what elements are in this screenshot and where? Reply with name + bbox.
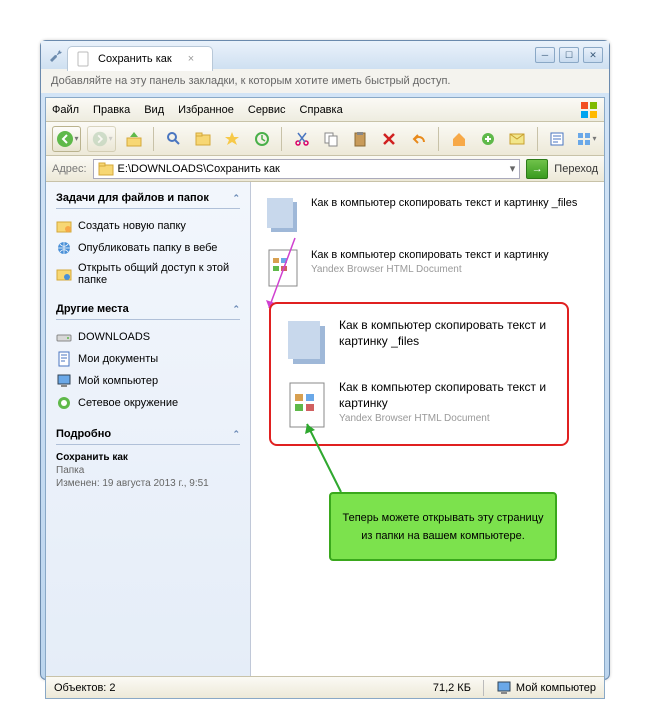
other-places-header[interactable]: Другие места⌃	[56, 303, 240, 320]
chevron-up-icon: ⌃	[232, 193, 240, 204]
maximize-button[interactable]: ☐	[559, 47, 579, 63]
titlebar: Сохранить как × ─ ☐ ✕	[41, 41, 609, 69]
explorer-window: Файл Правка Вид Избранное Сервис Справка…	[45, 97, 605, 699]
html-doc-icon	[285, 380, 329, 430]
address-input-wrapper[interactable]: ▾	[93, 159, 521, 179]
item-name: Как в компьютер скопировать текст и карт…	[311, 248, 549, 262]
docs-icon	[56, 351, 72, 367]
details-name: Сохранить как	[56, 451, 240, 464]
bookmarks-bar: Добавляйте на эту панель закладки, к кот…	[41, 69, 609, 93]
item-name: Как в компьютер скопировать текст и карт…	[339, 380, 553, 411]
item-type: Yandex Browser HTML Document	[311, 264, 549, 275]
back-button[interactable]: ▾	[52, 126, 81, 152]
delete-button[interactable]	[378, 127, 401, 151]
place-my-documents[interactable]: Мои документы	[56, 348, 240, 370]
page-icon	[76, 51, 92, 67]
place-network[interactable]: Сетевое окружение	[56, 392, 240, 414]
computer-icon	[56, 373, 72, 389]
menu-fav[interactable]: Избранное	[178, 104, 234, 116]
annotation-note: Теперь можете открывать эту страницу из …	[329, 492, 557, 561]
undo-button[interactable]	[407, 127, 430, 151]
other-places-pane: Другие места⌃ DOWNLOADS Мои документы Мо…	[56, 303, 240, 414]
list-item[interactable]: Как в компьютер скопировать текст и карт…	[279, 374, 559, 436]
menu-edit[interactable]: Правка	[93, 104, 130, 116]
place-my-computer[interactable]: Мой компьютер	[56, 370, 240, 392]
mail-button[interactable]	[505, 127, 528, 151]
window-controls: ─ ☐ ✕	[535, 47, 603, 63]
details-modified: Изменен: 19 августа 2013 г., 9:51	[56, 477, 240, 490]
folder-new-icon	[56, 218, 72, 234]
menu-file[interactable]: Файл	[52, 104, 79, 116]
annotation-callout: Как в компьютер скопировать текст и карт…	[269, 302, 569, 446]
go-button[interactable]: →	[526, 159, 548, 179]
cut-button[interactable]	[290, 127, 313, 151]
address-bar: Адрес: ▾ → Переход	[46, 156, 604, 182]
menubar: Файл Правка Вид Избранное Сервис Справка	[46, 98, 604, 122]
folder-thumb-icon	[265, 196, 301, 236]
network-icon	[56, 395, 72, 411]
close-button[interactable]: ✕	[583, 47, 603, 63]
properties-button[interactable]	[546, 127, 569, 151]
status-location: Мой компьютер	[516, 682, 596, 694]
chevron-up-icon: ⌃	[232, 429, 240, 440]
share-icon	[56, 266, 72, 282]
browser-window: Сохранить как × ─ ☐ ✕ Добавляйте на эту …	[40, 40, 610, 680]
menu-help[interactable]: Справка	[300, 104, 343, 116]
minimize-button[interactable]: ─	[535, 47, 555, 63]
globe-icon	[56, 240, 72, 256]
folder-thumb-icon	[285, 318, 329, 368]
item-name: Как в компьютер скопировать текст и карт…	[339, 318, 553, 349]
forward-button[interactable]: ▾	[87, 126, 116, 152]
html-doc-icon	[265, 248, 301, 288]
tasks-pane: Задачи для файлов и папок⌃ Создать новую…	[56, 192, 240, 289]
task-publish-web[interactable]: Опубликовать папку в вебе	[56, 237, 240, 259]
item-name: Как в компьютер скопировать текст и карт…	[311, 196, 577, 210]
browser-tab[interactable]: Сохранить как ×	[67, 46, 213, 71]
task-share-folder[interactable]: Открыть общий доступ к этой папке	[56, 259, 240, 289]
details-pane: Подробно⌃ Сохранить как Папка Изменен: 1…	[56, 428, 240, 490]
paste-button[interactable]	[348, 127, 371, 151]
copy-button[interactable]	[319, 127, 342, 151]
favorites-button[interactable]	[221, 127, 244, 151]
task-create-folder[interactable]: Создать новую папку	[56, 215, 240, 237]
search-button[interactable]	[162, 127, 185, 151]
tab-title: Сохранить как	[98, 53, 172, 65]
up-button[interactable]	[122, 127, 145, 151]
drive-icon	[56, 329, 72, 345]
folders-button[interactable]	[192, 127, 215, 151]
computer-icon	[496, 680, 512, 696]
chevron-up-icon: ⌃	[232, 304, 240, 315]
folder-icon	[98, 161, 114, 177]
list-item[interactable]: Как в компьютер скопировать текст и карт…	[279, 312, 559, 374]
favorites-add-button[interactable]	[476, 127, 499, 151]
item-type: Yandex Browser HTML Document	[339, 413, 553, 424]
details-header[interactable]: Подробно⌃	[56, 428, 240, 445]
menu-tools[interactable]: Сервис	[248, 104, 286, 116]
file-list: Как в компьютер скопировать текст и карт…	[251, 182, 604, 676]
address-input[interactable]	[118, 163, 506, 175]
status-size: 71,2 КБ	[433, 682, 471, 694]
tab-close-icon[interactable]: ×	[188, 53, 194, 65]
place-downloads[interactable]: DOWNLOADS	[56, 326, 240, 348]
list-item[interactable]: Как в компьютер скопировать текст и карт…	[259, 190, 596, 242]
details-type: Папка	[56, 464, 240, 477]
windows-flag-icon	[580, 101, 598, 119]
status-bar: Объектов: 2 71,2 КБ Мой компьютер	[46, 676, 604, 698]
status-objects: Объектов: 2	[54, 682, 116, 694]
go-label: Переход	[554, 163, 598, 175]
menu-view[interactable]: Вид	[144, 104, 164, 116]
tasks-header[interactable]: Задачи для файлов и папок⌃	[56, 192, 240, 209]
wrench-icon	[47, 47, 63, 63]
history-button[interactable]	[250, 127, 273, 151]
toolbar: ▾ ▾ ▾	[46, 122, 604, 156]
sidebar: Задачи для файлов и папок⌃ Создать новую…	[46, 182, 251, 676]
address-dropdown-icon[interactable]: ▾	[510, 162, 516, 175]
list-item[interactable]: Как в компьютер скопировать текст и карт…	[259, 242, 596, 294]
address-label: Адрес:	[52, 163, 87, 175]
home-button[interactable]	[447, 127, 470, 151]
views-button[interactable]: ▾	[575, 127, 598, 151]
